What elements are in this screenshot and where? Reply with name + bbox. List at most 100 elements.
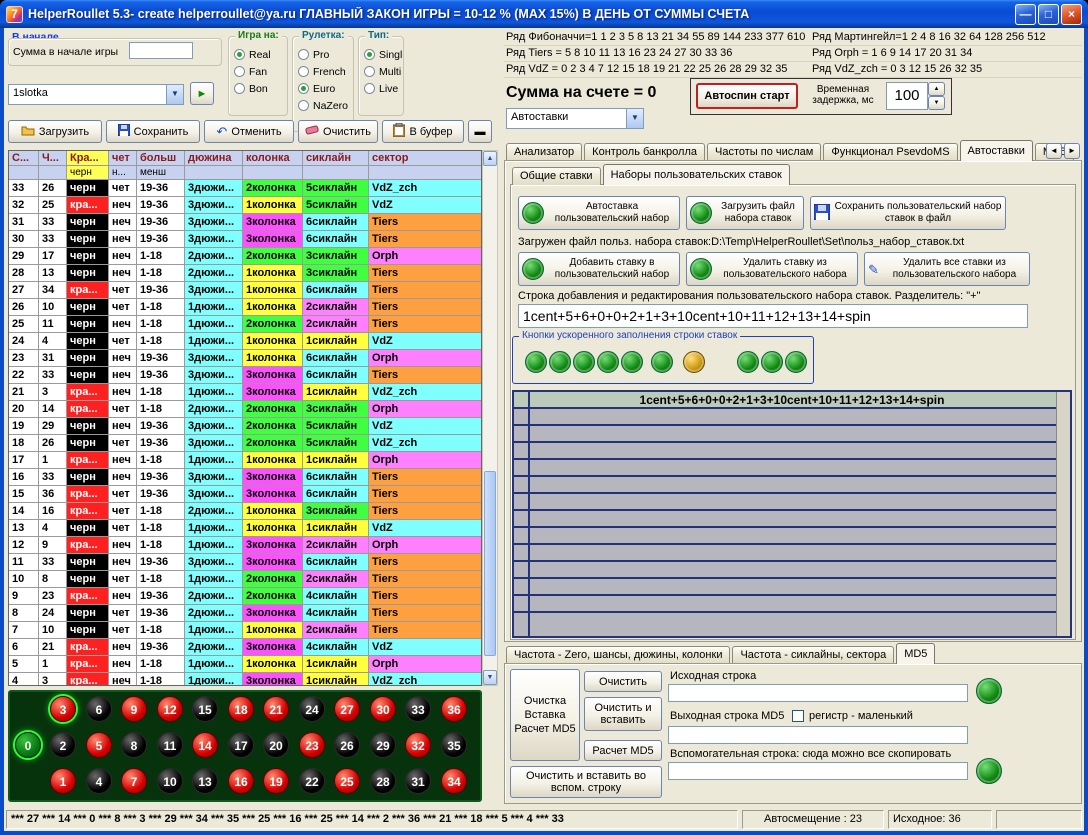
radio-option-nazero[interactable]: NaZero [293, 97, 353, 114]
table-row-4[interactable]: 43кра...неч1-181дюжи...3колонка1сиклайнV… [9, 673, 481, 686]
board-number-0[interactable]: 0 [15, 732, 41, 758]
bet-chip-6-icon[interactable] [651, 351, 673, 373]
table-row-21[interactable]: 213кра...неч1-181дюжи...3колонка1сиклайн… [9, 384, 481, 401]
md5-clear-button[interactable]: Очистить [584, 671, 662, 692]
delete-all-bets-button[interactable]: ✎ Удалить все ставки из пользовательског… [864, 252, 1030, 286]
delay-spinner-value[interactable]: 100 [886, 82, 928, 110]
board-number-3[interactable]: 3 [50, 696, 76, 722]
scrollbar-down-button[interactable]: ▼ [483, 670, 497, 685]
bet-chip-2-icon[interactable] [549, 351, 571, 373]
board-number-24[interactable]: 24 [299, 696, 325, 722]
board-number-9[interactable]: 9 [121, 696, 147, 722]
bet-list-row-2[interactable] [514, 443, 1070, 460]
table-row-17[interactable]: 171кра...неч1-181дюжи...1колонка1сиклайн… [9, 452, 481, 469]
md5-clear-paste-aux-button[interactable]: Очистить и вставить во вспом. строку [510, 766, 662, 798]
table-row-8[interactable]: 824чернчет19-362дюжи...3колонка4сиклайнT… [9, 605, 481, 622]
bet-list-row-10[interactable] [514, 579, 1070, 596]
bottom-tab-0[interactable]: Частота - Zero, шансы, дюжины, колонки [506, 646, 730, 664]
spinner-up-icon[interactable]: ▲ [928, 82, 945, 96]
radio-option-real[interactable]: Real [229, 46, 287, 63]
autospin-start-button[interactable]: Автоспин старт [696, 83, 798, 109]
tab-scroll-left-button[interactable]: ◄ [1046, 143, 1062, 159]
board-number-28[interactable]: 28 [370, 768, 396, 794]
board-number-32[interactable]: 32 [405, 732, 431, 758]
delete-bet-button[interactable]: Удалить ставку из пользовательского набо… [686, 252, 858, 286]
board-number-23[interactable]: 23 [299, 732, 325, 758]
chevron-down-icon[interactable]: ▼ [626, 109, 643, 128]
table-row-10[interactable]: 108чернчет1-181дюжи...2колонка2сиклайнTi… [9, 571, 481, 588]
bet-chip-3-icon[interactable] [573, 351, 595, 373]
bet-list-row-5[interactable] [514, 494, 1070, 511]
bet-list-row-3[interactable] [514, 460, 1070, 477]
board-number-11[interactable]: 11 [157, 732, 183, 758]
lowercase-checkbox[interactable] [792, 710, 804, 722]
chevron-down-icon[interactable]: ▼ [166, 85, 183, 104]
table-row-9[interactable]: 923кра...неч19-362дюжи...2колонка4сиклай… [9, 588, 481, 605]
slot-combobox[interactable]: 1slotka ▼ [8, 84, 184, 105]
bottom-tab-1[interactable]: Частота - сиклайны, сектора [732, 646, 894, 664]
add-bet-button[interactable]: Добавить ставку в пользовательский набор [518, 252, 680, 286]
start-sum-input[interactable] [129, 42, 193, 59]
table-row-6[interactable]: 621кра...неч19-362дюжи...3колонка4сиклай… [9, 639, 481, 656]
sub-tab-1[interactable]: Наборы пользовательских ставок [603, 164, 790, 185]
radio-option-french[interactable]: French [293, 63, 353, 80]
bet-chip-1-icon[interactable] [525, 351, 547, 373]
board-number-4[interactable]: 4 [86, 768, 112, 794]
board-number-33[interactable]: 33 [405, 696, 431, 722]
minimize-button[interactable]: — [1015, 4, 1036, 25]
main-tab-4[interactable]: Автоставки [960, 140, 1033, 161]
bet-chip-8-icon[interactable] [737, 351, 759, 373]
radio-option-pro[interactable]: Pro [293, 46, 353, 63]
bet-chip-4-icon[interactable] [597, 351, 619, 373]
board-number-18[interactable]: 18 [228, 696, 254, 722]
board-number-36[interactable]: 36 [441, 696, 467, 722]
table-row-15[interactable]: 1536кра...чет19-363дюжи...3колонка6сикла… [9, 486, 481, 503]
md5-source-input[interactable] [668, 684, 968, 702]
bet-chip-gold-icon[interactable] [683, 351, 705, 373]
md5-aux-input[interactable] [668, 762, 968, 780]
board-number-19[interactable]: 19 [263, 768, 289, 794]
clear-button[interactable]: Очистить [298, 120, 378, 143]
bet-list-row-9[interactable] [514, 562, 1070, 579]
board-number-6[interactable]: 6 [86, 696, 112, 722]
bet-list-row-4[interactable] [514, 477, 1070, 494]
table-row-11[interactable]: 1133черннеч19-363дюжи...3колонка6сиклайн… [9, 554, 481, 571]
bet-list-row-8[interactable] [514, 545, 1070, 562]
table-row-27[interactable]: 2734кра...чет19-363дюжи...1колонка6сикла… [9, 282, 481, 299]
table-row-26[interactable]: 2610чернчет1-181дюжи...1колонка2сиклайнT… [9, 299, 481, 316]
table-row-19[interactable]: 1929черннеч19-363дюжи...2колонка5сиклайн… [9, 418, 481, 435]
radio-option-fan[interactable]: Fan [229, 63, 287, 80]
bet-list-row-7[interactable] [514, 528, 1070, 545]
md5-clear-and-paste-button[interactable]: Очистить и вставить [584, 697, 662, 731]
board-number-30[interactable]: 30 [370, 696, 396, 722]
board-number-14[interactable]: 14 [192, 732, 218, 758]
main-tab-0[interactable]: Анализатор [506, 143, 582, 161]
board-number-21[interactable]: 21 [263, 696, 289, 722]
radio-option-bon[interactable]: Bon [229, 80, 287, 97]
md5-output-input[interactable] [668, 726, 968, 744]
board-number-7[interactable]: 7 [121, 768, 147, 794]
play-button[interactable]: ► [190, 82, 214, 105]
board-number-25[interactable]: 25 [334, 768, 360, 794]
table-row-5[interactable]: 51кра...неч1-181дюжи...1колонка1сиклайнO… [9, 656, 481, 673]
table-row-30[interactable]: 3033черннеч19-363дюжи...3колонка6сиклайн… [9, 231, 481, 248]
board-number-26[interactable]: 26 [334, 732, 360, 758]
board-number-8[interactable]: 8 [121, 732, 147, 758]
bet-chip-9-icon[interactable] [761, 351, 783, 373]
bet-chip-10-icon[interactable] [785, 351, 807, 373]
collapse-button[interactable]: ▬ [468, 120, 492, 143]
table-row-33[interactable]: 3326чернчет19-363дюжи...2колонка5сиклайн… [9, 180, 481, 197]
bottom-tab-2[interactable]: MD5 [896, 643, 935, 664]
table-row-14[interactable]: 1416кра...чет1-182дюжи...1колонка3сиклай… [9, 503, 481, 520]
table-row-18[interactable]: 1826чернчет19-363дюжи...2колонка5сиклайн… [9, 435, 481, 452]
bet-list-row-1[interactable] [514, 426, 1070, 443]
board-number-27[interactable]: 27 [334, 696, 360, 722]
radio-option-euro[interactable]: Euro [293, 80, 353, 97]
radio-option-multi[interactable]: Multi [359, 63, 403, 80]
scrollbar-up-button[interactable]: ▲ [483, 151, 497, 166]
radio-option-singl[interactable]: Singl [359, 46, 403, 63]
radio-option-live[interactable]: Live [359, 80, 403, 97]
autobet-user-set-button[interactable]: Автоставка пользовательский набор [518, 196, 680, 230]
bet-chip-5-icon[interactable] [621, 351, 643, 373]
board-number-1[interactable]: 1 [50, 768, 76, 794]
